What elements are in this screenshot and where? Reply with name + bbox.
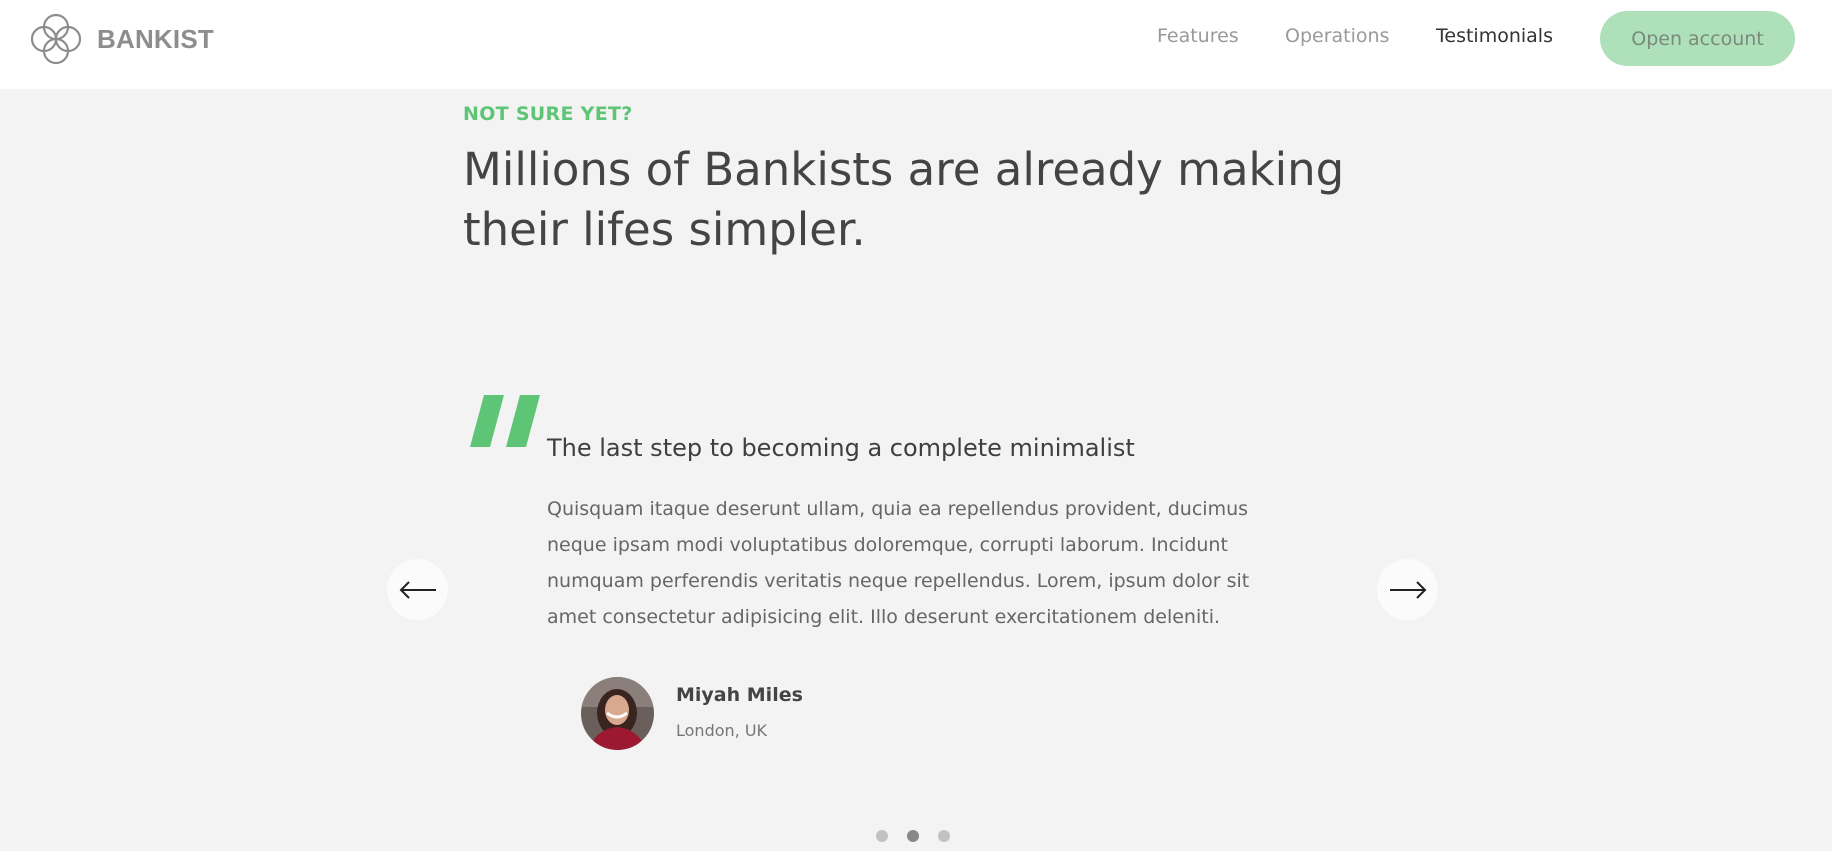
slider-dot-2[interactable] [907, 830, 919, 842]
quote-mark-icon [470, 395, 540, 447]
author-avatar [581, 677, 654, 750]
author-location: London, UK [676, 721, 768, 740]
nav-link-features[interactable]: Features [1157, 25, 1239, 47]
brand-name: BANKIST [97, 23, 214, 54]
author-photo-icon [581, 677, 654, 750]
slider-next-button[interactable] [1377, 559, 1438, 620]
nav-link-testimonials[interactable]: Testimonials [1436, 25, 1553, 47]
slider-dot-3[interactable] [938, 830, 950, 842]
slider-prev-button[interactable] [387, 559, 448, 620]
four-circles-logo-icon [30, 13, 82, 65]
arrow-right-icon [1389, 580, 1426, 599]
nav-link-operations[interactable]: Operations [1285, 25, 1389, 47]
arrow-left-icon [399, 580, 436, 599]
slider-dot-1[interactable] [876, 830, 888, 842]
section-headline: Millions of Bankists are already making … [463, 143, 1345, 256]
testimonial-title: The last step to becoming a complete min… [547, 434, 1135, 462]
author-name: Miyah Miles [676, 684, 803, 706]
open-account-button[interactable]: Open account [1600, 11, 1795, 66]
section-kicker: NOT SURE YET? [463, 103, 633, 125]
slider-dots [876, 830, 969, 842]
testimonial-body: Quisquam itaque deserunt ullam, quia ea … [547, 498, 1250, 628]
brand-logo[interactable]: BANKIST [29, 12, 214, 66]
navbar: BANKIST Features Operations Testimonials… [0, 0, 1832, 89]
